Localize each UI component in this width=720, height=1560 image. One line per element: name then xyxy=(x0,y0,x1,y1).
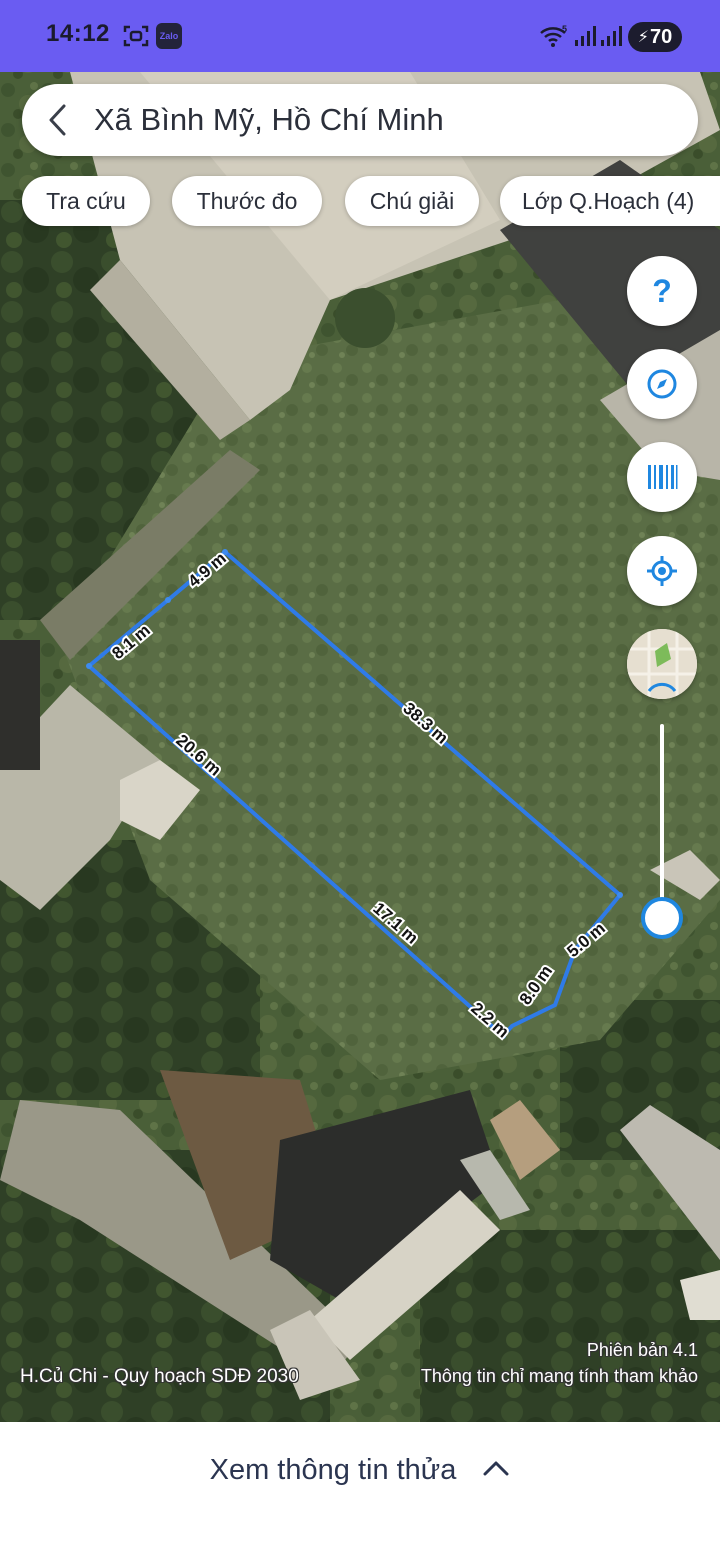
signal-icon xyxy=(598,22,624,50)
barcode-button[interactable] xyxy=(627,442,697,512)
zoom-slider-track[interactable] xyxy=(660,724,664,914)
battery-indicator: ⚡ 70 xyxy=(628,22,682,52)
zalo-icon: Zalo xyxy=(156,23,182,49)
minimap-icon xyxy=(627,629,697,699)
chip-legend[interactable]: Chú giải xyxy=(345,176,479,226)
chip-lookup[interactable]: Tra cứu xyxy=(22,176,150,226)
chip-ruler[interactable]: Thước đo xyxy=(172,176,322,226)
compass-button[interactable] xyxy=(627,349,697,419)
satellite-map[interactable]: 4.9 m 8.1 m 38.3 m 20.6 m 17.1 m 2.2 m 8… xyxy=(0,72,720,1422)
signal-icon xyxy=(572,22,598,50)
my-location-button[interactable] xyxy=(627,536,697,606)
status-time: 14:12 xyxy=(46,20,110,47)
chevron-up-icon[interactable] xyxy=(482,1458,510,1478)
minimap-button[interactable] xyxy=(627,629,697,699)
status-bar: 14:12 Zalo 5 ⚡ 70 xyxy=(0,0,720,72)
bottom-sheet[interactable]: Xem thông tin thửa xyxy=(0,1422,720,1560)
locate-icon xyxy=(647,556,677,586)
map-layer-name: H.Củ Chi - Quy hoạch SDĐ 2030 xyxy=(20,1366,299,1387)
app-version: Phiên bản 4.1 xyxy=(586,1340,698,1360)
chevron-left-icon xyxy=(49,104,66,136)
help-icon: ? xyxy=(652,272,672,309)
scan-icon xyxy=(122,22,150,50)
battery-level: 70 xyxy=(649,25,673,48)
search-bar[interactable]: Xã Bình Mỹ, Hồ Chí Minh xyxy=(22,84,698,156)
map-view[interactable]: 4.9 m 8.1 m 38.3 m 20.6 m 17.1 m 2.2 m 8… xyxy=(0,72,720,1422)
help-button[interactable]: ? xyxy=(627,256,697,326)
location-title: Xã Bình Mỹ, Hồ Chí Minh xyxy=(94,102,444,137)
chip-planning-layers[interactable]: Lớp Q.Hoạch (4) xyxy=(500,176,720,226)
wifi-icon: 5 xyxy=(538,22,570,50)
zoom-slider-thumb[interactable] xyxy=(641,897,683,939)
back-button[interactable] xyxy=(22,84,94,156)
wifi-label: 5 xyxy=(562,24,567,34)
view-parcel-info-label: Xem thông tin thửa xyxy=(209,1454,457,1486)
compass-icon xyxy=(647,369,677,399)
battery-charging-icon: ⚡ xyxy=(637,29,649,46)
barcode-icon xyxy=(648,465,678,489)
disclaimer-text: Thông tin chỉ mang tính tham khảo xyxy=(420,1366,698,1386)
